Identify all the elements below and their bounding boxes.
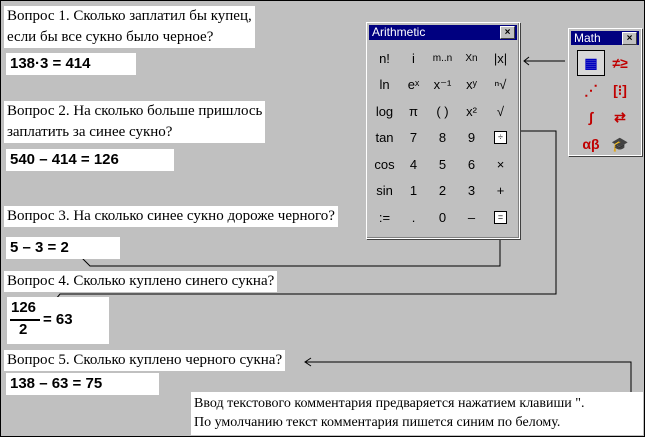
arith-button-12[interactable]: ( ): [429, 98, 456, 125]
question-2-equation[interactable]: 540 – 414 = 126: [6, 149, 174, 171]
math-toolbar-grid: ▦ ≠≥ ⋰ [⁝] ∫ ⇄ αβ 🎓: [577, 50, 635, 157]
arith-button-7[interactable]: x⁻¹: [429, 72, 456, 99]
question-5-equation[interactable]: 138 – 63 = 75: [6, 373, 159, 395]
question-1-equation[interactable]: 138·3 = 414: [6, 53, 136, 75]
fraction-numerator: 126: [11, 299, 37, 316]
arith-button-32[interactable]: 0: [429, 204, 456, 231]
note-line-2: По умолчанию текст комментария пишется с…: [194, 415, 561, 430]
arith-button-34[interactable]: =: [487, 204, 514, 231]
arith-button-4[interactable]: |x|: [487, 45, 514, 72]
arith-button-20[interactable]: cos: [371, 151, 398, 178]
matrix-icon[interactable]: [⁝]: [606, 77, 634, 103]
arith-button-33[interactable]: –: [458, 204, 485, 231]
question-3-equation[interactable]: 5 – 3 = 2: [6, 237, 120, 259]
arith-button-8[interactable]: xʸ: [458, 72, 485, 99]
note-line-1: Ввод текстового комментария предваряется…: [194, 396, 585, 411]
question-1-line-2: если бы все сукно было черное?: [7, 29, 214, 45]
arith-button-2[interactable]: m..n: [429, 45, 456, 72]
math-palette-title: Math: [574, 31, 601, 45]
arithmetic-palette[interactable]: Arithmetic × n! i m..n Xn |x| ln eˣ x⁻¹ xʸ ⁿ√ log π…: [366, 22, 520, 239]
question-1-line-1: Вопрос 1. Сколько заплатил бы купец,: [7, 8, 252, 24]
arith-button-10[interactable]: log: [371, 98, 398, 125]
question-2-text: Вопрос 2. На сколько больше пришлось зап…: [4, 101, 266, 143]
close-icon[interactable]: ×: [500, 26, 515, 39]
arith-button-3[interactable]: Xn: [458, 45, 485, 72]
arithmetic-palette-title: Arithmetic: [372, 25, 426, 39]
graph-icon[interactable]: ⋰: [577, 77, 605, 103]
arith-button-24[interactable]: ×: [487, 151, 514, 178]
fraction-denominator: 2: [19, 321, 28, 338]
arith-button-27[interactable]: 2: [429, 178, 456, 205]
arith-button-1[interactable]: i: [400, 45, 427, 72]
arith-button-13[interactable]: x²: [458, 98, 485, 125]
greek-icon[interactable]: αβ: [577, 131, 605, 157]
symbolic-icon[interactable]: 🎓: [606, 131, 634, 157]
arith-button-5[interactable]: ln: [371, 72, 398, 99]
question-3-text: Вопрос 3. На сколько синее сукно дороже …: [4, 206, 338, 227]
math-palette[interactable]: Math × ▦ ≠≥ ⋰ [⁝] ∫ ⇄ αβ 🎓: [568, 28, 642, 156]
arith-button-label: ÷: [494, 131, 507, 145]
note-to-q5-connector: [305, 361, 632, 392]
arith-button-23[interactable]: 6: [458, 151, 485, 178]
question-4-equation[interactable]: 126 2 = 63: [7, 297, 109, 344]
question-5-text: Вопрос 5. Сколько куплено черного сукна?: [4, 350, 286, 371]
arith-button-17[interactable]: 8: [429, 125, 456, 152]
arith-button-21[interactable]: 4: [400, 151, 427, 178]
arith-button-0[interactable]: n!: [371, 45, 398, 72]
arithmetic-palette-titlebar[interactable]: Arithmetic ×: [369, 25, 517, 40]
arith-button-14[interactable]: √: [487, 98, 514, 125]
arith-button-16[interactable]: 7: [400, 125, 427, 152]
arith-button-26[interactable]: 1: [400, 178, 427, 205]
calculus-icon[interactable]: ∫: [577, 104, 605, 130]
question-2-line-1: Вопрос 2. На сколько больше пришлось: [7, 103, 263, 119]
arith-button-15[interactable]: tan: [371, 125, 398, 152]
question-1-text: Вопрос 1. Сколько заплатил бы купец, есл…: [4, 6, 255, 48]
comment-note[interactable]: Ввод текстового комментария предваряется…: [191, 392, 643, 435]
arith-button-19[interactable]: ÷: [487, 125, 514, 152]
arith-button-28[interactable]: 3: [458, 178, 485, 205]
question-2-line-2: заплатить за синее сукно?: [7, 124, 173, 140]
boolean-icon[interactable]: ⇄: [606, 104, 634, 130]
arith-button-11[interactable]: π: [400, 98, 427, 125]
arith-button-9[interactable]: ⁿ√: [487, 72, 514, 99]
arith-button-18[interactable]: 9: [458, 125, 485, 152]
arith-button-29[interactable]: +: [487, 178, 514, 205]
question-4-text: Вопрос 4. Сколько куплено синего сукна?: [4, 271, 278, 292]
arith-button-25[interactable]: sin: [371, 178, 398, 205]
calculator-icon[interactable]: ▦: [577, 50, 605, 76]
arith-button-22[interactable]: 5: [429, 151, 456, 178]
fraction-result: = 63: [43, 311, 73, 328]
arith-button-6[interactable]: eˣ: [400, 72, 427, 99]
arithmetic-button-grid: n! i m..n Xn |x| ln eˣ x⁻¹ xʸ ⁿ√ log π( ) x² √ tan 7 8 9 ÷…: [371, 45, 515, 231]
arith-button-30[interactable]: :=: [371, 204, 398, 231]
arith-button-31[interactable]: .: [400, 204, 427, 231]
evaluation-icon[interactable]: ≠≥: [606, 50, 634, 76]
close-icon[interactable]: ×: [622, 32, 637, 45]
arith-button-label: =: [494, 210, 507, 224]
math-palette-titlebar[interactable]: Math ×: [571, 31, 639, 45]
